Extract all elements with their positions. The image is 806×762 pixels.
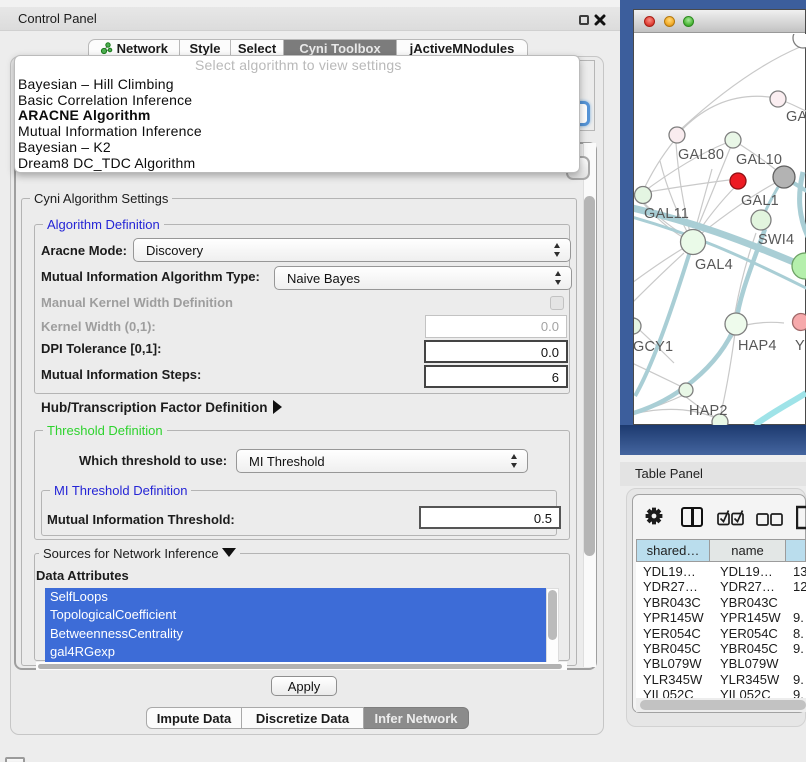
svg-text:GAL10: GAL10: [736, 152, 782, 168]
svg-text:Y: Y: [795, 338, 805, 354]
svg-text:HAP4: HAP4: [738, 338, 777, 354]
svg-text:HAP2: HAP2: [689, 403, 728, 419]
svg-text:GAL4: GAL4: [695, 257, 733, 273]
svg-text:GAL1: GAL1: [741, 193, 779, 209]
svg-text:GAL7: GAL7: [786, 109, 806, 125]
svg-text:GAL11: GAL11: [644, 206, 689, 222]
svg-text:SWI4: SWI4: [758, 232, 794, 248]
svg-text:GAL80: GAL80: [678, 147, 724, 163]
svg-text:GCY1: GCY1: [634, 339, 673, 355]
